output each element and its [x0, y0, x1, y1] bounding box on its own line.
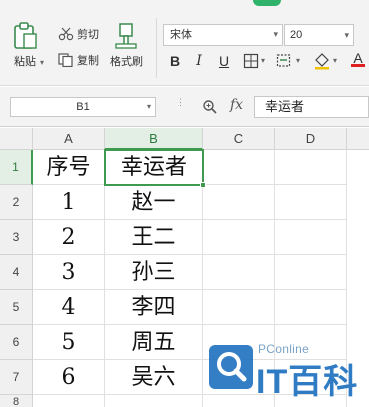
cell-a2[interactable]: 1 — [33, 185, 105, 220]
format-painter-button[interactable]: 格式刷 — [110, 22, 143, 69]
borders-dropdown-arrow[interactable]: ▾ — [261, 56, 265, 65]
ribbon-tab-indicator[interactable] — [253, 0, 281, 6]
copy-icon — [58, 53, 73, 67]
row-header-4[interactable]: 4 — [0, 255, 33, 290]
format-painter-label: 格式刷 — [110, 56, 143, 68]
bold-button[interactable]: B — [167, 53, 183, 69]
cell-c5[interactable] — [203, 290, 275, 325]
font-name-select[interactable]: 宋体 ▾ — [163, 24, 283, 46]
cell-c2[interactable] — [203, 185, 275, 220]
font-color-letter: A — [353, 50, 363, 66]
column-header-d[interactable]: D — [275, 128, 347, 150]
row-header-1[interactable]: 1 — [0, 150, 33, 185]
cell-a7[interactable]: 6 — [33, 360, 105, 395]
pconline-watermark: PConline IT百科 — [208, 340, 368, 401]
cut-button[interactable]: 剪切 — [58, 26, 99, 42]
borders-button[interactable] — [243, 53, 259, 72]
column-header-a[interactable]: A — [33, 128, 105, 150]
cell-b5[interactable]: 李四 — [105, 290, 203, 325]
cell-c1[interactable] — [203, 150, 275, 185]
cell-style-icon — [276, 54, 291, 67]
row-header-8[interactable]: 8 — [0, 395, 33, 407]
font-name-value: 宋体 — [170, 28, 192, 41]
fill-color-button[interactable] — [313, 52, 331, 73]
fill-style-button[interactable] — [276, 53, 294, 72]
row-header-6[interactable]: 6 — [0, 325, 33, 360]
paste-button[interactable]: 粘贴 — [10, 22, 40, 69]
cell-b8[interactable] — [105, 395, 203, 407]
column-header-c[interactable]: C — [203, 128, 275, 150]
column-header-b[interactable]: B — [105, 128, 203, 150]
fill-color-dropdown-arrow[interactable]: ▾ — [333, 56, 337, 65]
name-box[interactable]: B1 ▾ — [10, 97, 156, 117]
italic-button[interactable]: I — [191, 53, 207, 69]
zoom-search-icon[interactable] — [202, 99, 218, 118]
cell-b2[interactable]: 赵一 — [105, 185, 203, 220]
chevron-down-icon: ▾ — [146, 102, 151, 111]
paste-label: 粘贴 — [14, 56, 36, 68]
font-size-select[interactable]: 20 ▾ — [284, 24, 354, 46]
cell-a5[interactable]: 4 — [33, 290, 105, 325]
font-color-button[interactable]: A — [351, 50, 365, 67]
row-header-5[interactable]: 5 — [0, 290, 33, 325]
chevron-down-icon: ▾ — [273, 30, 278, 40]
cell-d4[interactable] — [275, 255, 347, 290]
watermark-big-text: IT百科 — [256, 363, 359, 401]
name-box-value: B1 — [76, 101, 90, 113]
paste-icon — [14, 22, 37, 49]
copy-button[interactable]: 复制 — [58, 52, 99, 68]
cell-c4[interactable] — [203, 255, 275, 290]
font-size-value: 20 — [290, 29, 303, 41]
cell-d5[interactable] — [275, 290, 347, 325]
cell-d3[interactable] — [275, 220, 347, 255]
fx-button[interactable]: fx — [230, 97, 243, 113]
row-header-2[interactable]: 2 — [0, 185, 33, 220]
cell-a8[interactable] — [33, 395, 105, 407]
cell-a1[interactable]: 序号 — [33, 150, 105, 185]
cell-c3[interactable] — [203, 220, 275, 255]
search-logo-icon — [209, 345, 253, 389]
column-header-e[interactable] — [347, 128, 369, 150]
cell-b1[interactable]: 幸运者 — [104, 149, 204, 186]
cell-a4[interactable]: 3 — [33, 255, 105, 290]
paint-bucket-icon — [315, 53, 329, 70]
formula-bar: B1 ▾ ⋮ fx 幸运者 — [0, 87, 369, 127]
borders-icon — [243, 53, 259, 69]
cell-b6[interactable]: 周五 — [105, 325, 203, 360]
cell-b7[interactable]: 吴六 — [105, 360, 203, 395]
formula-input[interactable]: 幸运者 — [254, 96, 369, 118]
cell-d1[interactable] — [275, 150, 347, 185]
underline-button[interactable]: U — [216, 53, 232, 69]
copy-label: 复制 — [77, 55, 99, 67]
dots-handle-icon[interactable]: ⋮ — [176, 98, 185, 107]
fill-handle[interactable] — [200, 182, 206, 188]
format-painter-icon — [114, 23, 137, 49]
fill-style-dropdown-arrow[interactable]: ▾ — [296, 56, 300, 65]
chevron-down-icon: ▾ — [344, 30, 349, 40]
cell-b4[interactable]: 孙三 — [105, 255, 203, 290]
row-header-3[interactable]: 3 — [0, 220, 33, 255]
select-all-corner[interactable] — [0, 128, 33, 150]
ribbon-toolbar: 粘贴 ▾ 剪切 复制 格式刷 宋体 ▾ 20 ▾ B I U ▾ ▾ ▾ A — [0, 0, 369, 86]
paste-dropdown-arrow[interactable]: ▾ — [40, 58, 44, 67]
cut-label: 剪切 — [77, 29, 99, 41]
cell-a3[interactable]: 2 — [33, 220, 105, 255]
cell-d2[interactable] — [275, 185, 347, 220]
cell-a6[interactable]: 5 — [33, 325, 105, 360]
ribbon-divider — [156, 18, 157, 78]
cell-b3[interactable]: 王二 — [105, 220, 203, 255]
row-header-7[interactable]: 7 — [0, 360, 33, 395]
scissors-icon — [58, 27, 74, 41]
